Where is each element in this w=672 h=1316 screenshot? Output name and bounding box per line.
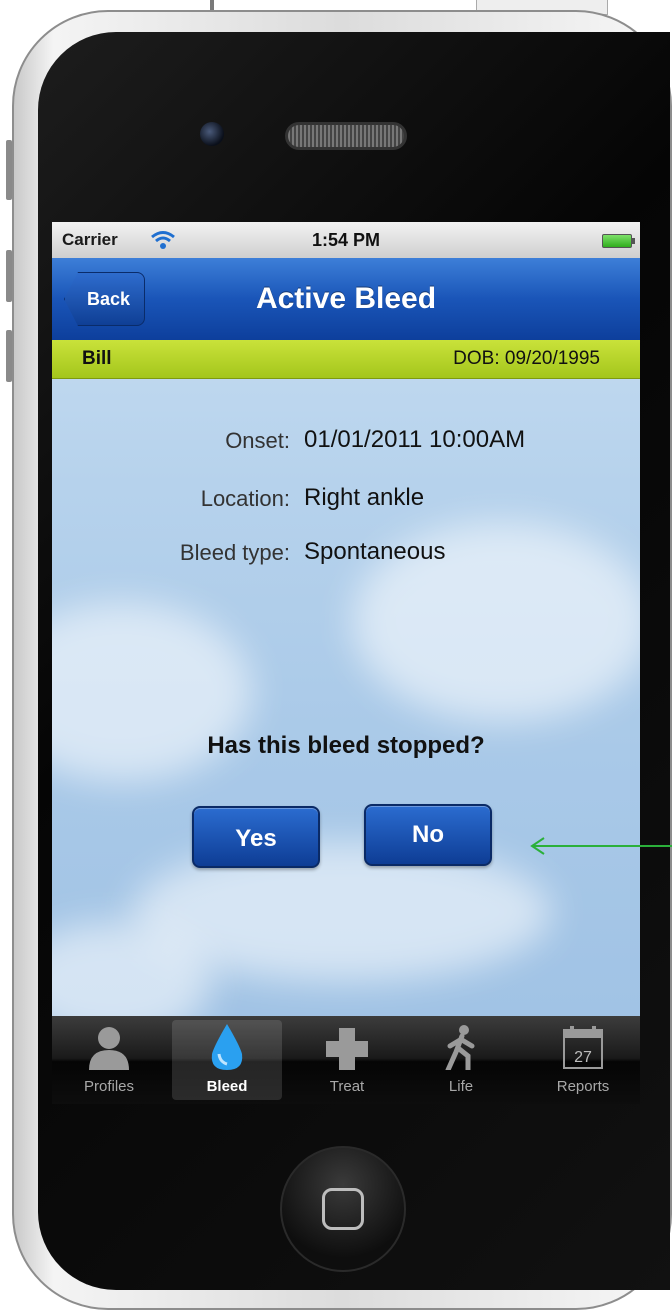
calendar-icon: 27 (563, 1026, 603, 1069)
walking-person-icon (445, 1025, 475, 1070)
tab-label: Life (448, 1078, 474, 1095)
battery-icon (602, 234, 635, 248)
detail-label: Location: (200, 486, 290, 511)
bleed-stopped-question: Has this bleed stopped? (207, 732, 485, 759)
patient-dob: DOB: 09/20/1995 (453, 348, 600, 369)
home-square-icon (322, 1188, 364, 1230)
tab-bleed[interactable]: Bleed (172, 1020, 282, 1100)
earpiece-speaker (285, 122, 407, 150)
status-time: 1:54 PM (311, 229, 381, 250)
navigation-bar: Active Bleed Back (52, 258, 640, 341)
app-screen: Carrier 1:54 PM Active Bleed Back Bill D… (52, 222, 640, 1104)
tab-profiles[interactable]: Profiles (54, 1020, 164, 1100)
no-button[interactable]: No (364, 804, 492, 866)
detail-value: 01/01/2011 10:00AM (304, 426, 526, 453)
person-icon (89, 1027, 129, 1070)
tab-reports[interactable]: 27 Reports (528, 1020, 638, 1100)
status-bar: Carrier 1:54 PM (52, 222, 640, 258)
detail-value: Right ankle (304, 484, 425, 511)
tab-bar: Profiles Bleed Treat Life 27 Reports (52, 1016, 640, 1104)
tab-treat[interactable]: Treat (292, 1020, 402, 1100)
detail-label: Bleed type: (179, 540, 290, 565)
home-button[interactable] (280, 1146, 406, 1272)
detail-value: Spontaneous (304, 538, 446, 565)
tab-label: Treat (329, 1078, 365, 1095)
tab-label: Profiles (83, 1078, 135, 1095)
patient-bar: Bill DOB: 09/20/1995 (52, 340, 640, 379)
front-camera-icon (200, 122, 224, 146)
patient-name: Bill (82, 348, 112, 369)
tab-label: Bleed (206, 1078, 248, 1095)
annotation-arrow-icon (530, 837, 672, 855)
plus-icon (326, 1028, 368, 1070)
tab-label: Reports (556, 1078, 610, 1095)
tab-life[interactable]: Life (406, 1020, 516, 1100)
calendar-day: 27 (574, 1049, 592, 1066)
drop-icon (211, 1024, 243, 1070)
yes-button[interactable]: Yes (192, 806, 320, 868)
back-button[interactable]: Back (64, 272, 146, 326)
detail-label: Onset: (225, 428, 290, 453)
